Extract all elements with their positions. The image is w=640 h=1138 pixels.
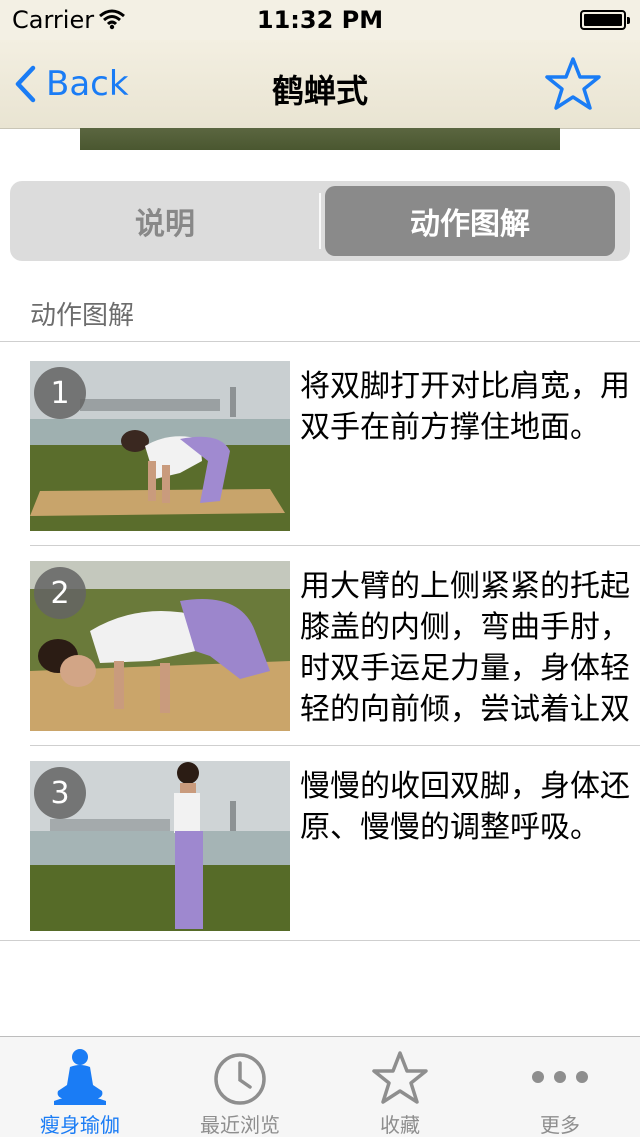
tab-label: 收藏	[380, 1113, 420, 1137]
step-number-badge: 1	[34, 367, 86, 419]
segment-divider	[319, 193, 321, 249]
navigation-bar: Back 鹤蝉式	[0, 40, 640, 129]
tab-label: 瘦身瑜伽	[40, 1113, 120, 1137]
step-image: 2	[30, 561, 290, 731]
segment-illustration[interactable]: 动作图解	[325, 186, 615, 256]
clock-icon	[214, 1053, 266, 1105]
divider	[0, 940, 640, 941]
battery-icon	[580, 10, 630, 30]
tab-label: 最近浏览	[200, 1113, 280, 1137]
tab-slim-yoga[interactable]: 瘦身瑜伽	[0, 1037, 160, 1137]
more-icon	[532, 1071, 588, 1083]
status-time: 11:32 PM	[256, 6, 384, 34]
tab-more[interactable]: 更多	[480, 1037, 640, 1137]
list-item[interactable]: 3 慢慢的收回双脚，身体还原、慢慢的调整呼吸。	[0, 741, 640, 941]
tab-label: 更多	[540, 1113, 580, 1137]
list-item[interactable]: 2 用大臂的上侧紧紧的托起膝盖的内侧，弯曲手肘，时双手运足力量，身体轻轻的向前倾…	[0, 541, 640, 741]
step-description: 用大臂的上侧紧紧的托起膝盖的内侧，弯曲手肘，时双手运足力量，身体轻轻的向前倾，尝…	[300, 569, 630, 727]
header-image	[80, 128, 560, 150]
step-image: 1	[30, 361, 290, 531]
segment-description[interactable]: 说明	[10, 181, 320, 261]
step-number-badge: 2	[34, 567, 86, 619]
tab-favorites[interactable]: 收藏	[320, 1037, 480, 1137]
step-number-badge: 3	[34, 767, 86, 819]
meditation-icon	[54, 1049, 106, 1105]
step-image: 3	[30, 761, 290, 931]
step-description: 慢慢的收回双脚，身体还原、慢慢的调整呼吸。	[300, 769, 630, 845]
tab-bar: 瘦身瑜伽 最近浏览 收藏 更多	[0, 1036, 640, 1137]
list-item[interactable]: 1 将双脚打开对比肩宽，用双手在前方撑住地面。	[0, 341, 640, 541]
star-icon	[372, 1051, 428, 1104]
section-header: 动作图解	[30, 301, 135, 331]
step-description: 将双脚打开对比肩宽，用双手在前方撑住地面。	[300, 369, 630, 445]
segmented-control: 说明 动作图解	[10, 181, 630, 261]
tab-recent[interactable]: 最近浏览	[160, 1037, 320, 1137]
favorite-star-button[interactable]	[544, 56, 602, 112]
status-bar: Carrier 11:32 PM	[0, 0, 640, 40]
